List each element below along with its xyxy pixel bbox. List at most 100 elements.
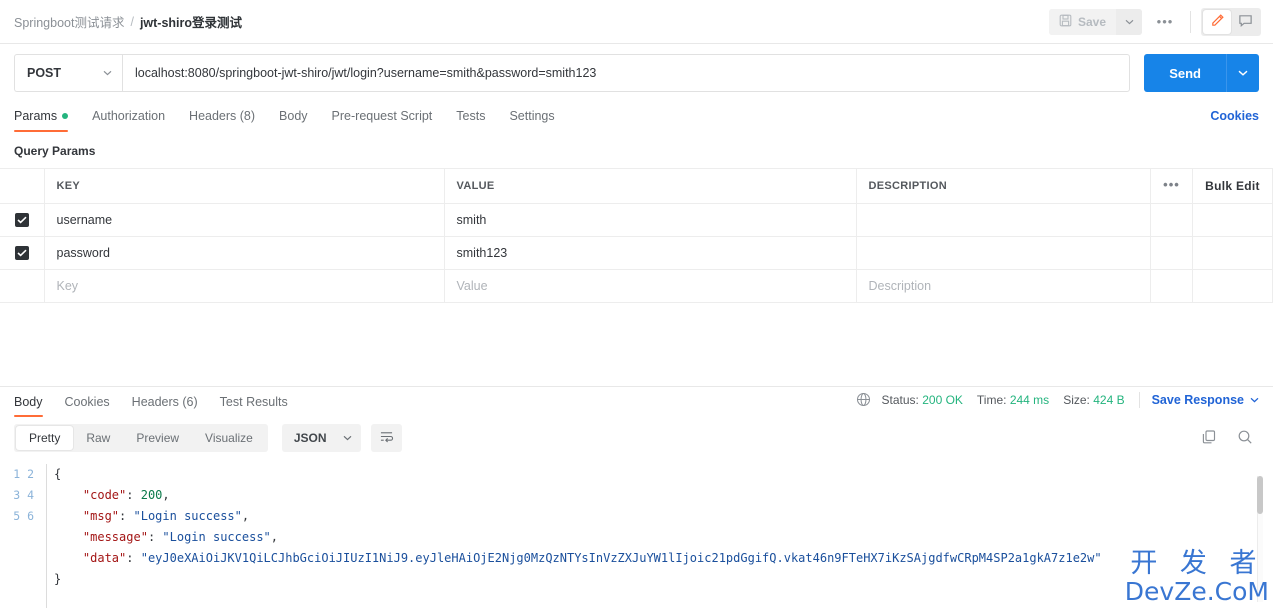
send-button[interactable]: Send bbox=[1144, 54, 1226, 92]
save-response-label: Save Response bbox=[1151, 392, 1244, 407]
response-tab-headers[interactable]: Headers (6) bbox=[132, 395, 198, 417]
tab-params-label: Params bbox=[14, 109, 58, 123]
comments-pane-button[interactable] bbox=[1231, 10, 1259, 34]
view-mode-pretty-label: Pretty bbox=[29, 431, 61, 445]
request-response-splitter[interactable] bbox=[0, 303, 1273, 386]
json-value-message: "Login success" bbox=[162, 530, 271, 544]
row-value: smith123 bbox=[456, 246, 508, 260]
word-wrap-icon bbox=[379, 430, 394, 446]
row-checkbox-cell[interactable] bbox=[0, 236, 45, 270]
time-label: Time: bbox=[976, 392, 1007, 407]
row-actions-cell[interactable] bbox=[1150, 203, 1193, 237]
table-row-empty: Key Value Description bbox=[0, 269, 1273, 303]
search-icon[interactable] bbox=[1237, 429, 1253, 448]
checkbox-checked-icon[interactable] bbox=[14, 213, 29, 228]
view-mode-group: Pretty Raw Preview Visualize bbox=[14, 424, 268, 452]
header-value: VALUE bbox=[444, 168, 857, 204]
save-options-button[interactable] bbox=[1116, 8, 1142, 35]
response-tab-cookies[interactable]: Cookies bbox=[65, 395, 110, 417]
save-label: Save bbox=[1077, 14, 1106, 29]
method-value: POST bbox=[27, 66, 62, 80]
toolbar-divider bbox=[1190, 10, 1191, 33]
tab-headers[interactable]: Headers (8) bbox=[189, 109, 255, 132]
tab-body[interactable]: Body bbox=[279, 109, 308, 132]
json-line-6: } bbox=[54, 572, 62, 586]
size-label: Size: bbox=[1063, 392, 1090, 407]
breadcrumb-request[interactable]: jwt-shiro登录测试 bbox=[140, 12, 242, 31]
time-badge: Time: 244 ms bbox=[977, 393, 1049, 407]
tab-tests[interactable]: Tests bbox=[456, 109, 485, 132]
tab-pre-request-script[interactable]: Pre-request Script bbox=[332, 109, 433, 132]
tab-pre-request-script-label: Pre-request Script bbox=[331, 109, 433, 123]
response-tab-body[interactable]: Body bbox=[14, 395, 43, 417]
new-key-cell[interactable]: Key bbox=[44, 269, 445, 303]
row-key-cell[interactable]: username bbox=[44, 203, 445, 237]
pencil-icon bbox=[1210, 13, 1225, 31]
code-fold-column[interactable] bbox=[46, 464, 54, 608]
size-badge: Size: 424 B bbox=[1063, 393, 1124, 407]
status-badge: Status: 200 OK bbox=[882, 393, 963, 407]
row-value-cell[interactable]: smith bbox=[444, 203, 857, 237]
breadcrumb-collection[interactable]: Springboot测试请求 bbox=[14, 12, 124, 31]
view-mode-visualize[interactable]: Visualize bbox=[192, 426, 266, 450]
copy-icon[interactable] bbox=[1201, 429, 1217, 448]
bulk-edit-button[interactable]: Bulk Edit bbox=[1192, 168, 1273, 204]
window-topbar: Springboot测试请求 / jwt-shiro登录测试 Save ••• bbox=[0, 0, 1273, 44]
tab-authorization-label: Authorization bbox=[92, 109, 166, 123]
new-value-cell[interactable]: Value bbox=[444, 269, 857, 303]
url-input[interactable]: localhost:8080/springboot-jwt-shiro/jwt/… bbox=[122, 54, 1131, 92]
table-more-actions-button[interactable]: ••• bbox=[1150, 168, 1193, 204]
size-value: 424 B bbox=[1093, 392, 1125, 407]
checkbox-checked-icon[interactable] bbox=[14, 246, 29, 261]
response-viewer-toolbar: Pretty Raw Preview Visualize JSON bbox=[0, 416, 1273, 458]
new-description-cell[interactable]: Description bbox=[856, 269, 1151, 303]
tab-settings[interactable]: Settings bbox=[509, 109, 554, 132]
json-key-data: "data" bbox=[82, 551, 127, 565]
send-group: Send bbox=[1144, 54, 1259, 92]
tab-params[interactable]: Params bbox=[14, 109, 69, 132]
bulk-edit-label: Bulk Edit bbox=[1205, 179, 1260, 193]
params-modified-dot-icon bbox=[62, 113, 69, 119]
view-mode-raw[interactable]: Raw bbox=[73, 426, 123, 450]
json-value-code: 200 bbox=[140, 488, 163, 502]
view-mode-pretty[interactable]: Pretty bbox=[16, 426, 74, 450]
send-options-button[interactable] bbox=[1226, 54, 1259, 92]
view-mode-visualize-label: Visualize bbox=[205, 431, 253, 445]
row-checkbox-cell-empty[interactable] bbox=[0, 269, 45, 303]
save-button[interactable]: Save bbox=[1048, 8, 1116, 35]
row-key-cell[interactable]: password bbox=[44, 236, 445, 270]
word-wrap-toggle[interactable] bbox=[370, 424, 402, 452]
topbar-actions: Save ••• bbox=[1048, 7, 1261, 36]
row-description-cell[interactable] bbox=[856, 236, 1151, 270]
json-value-data: "eyJ0eXAiOiJKV1QiLCJhbGciOiJIUzI1NiJ9.ey… bbox=[140, 551, 1102, 565]
response-format-value: JSON bbox=[293, 431, 327, 445]
edit-pane-button[interactable] bbox=[1203, 9, 1231, 34]
save-response-button[interactable]: Save Response bbox=[1152, 393, 1259, 407]
meta-divider bbox=[1138, 391, 1140, 408]
request-more-actions-button[interactable]: ••• bbox=[1150, 9, 1180, 35]
row-actions-cell[interactable] bbox=[1150, 236, 1193, 270]
response-tab-test-results[interactable]: Test Results bbox=[220, 395, 288, 417]
row-checkbox-cell[interactable] bbox=[0, 203, 45, 237]
header-checkbox-cell bbox=[0, 168, 45, 204]
viewer-right-actions bbox=[1201, 429, 1259, 448]
json-code: { "code": 200, "msg": "Login success", "… bbox=[54, 464, 1273, 608]
view-mode-raw-label: Raw bbox=[86, 431, 111, 445]
tab-authorization[interactable]: Authorization bbox=[92, 109, 165, 132]
response-tab-test-results-label: Test Results bbox=[219, 394, 288, 409]
ellipsis-icon: ••• bbox=[1156, 13, 1174, 29]
save-disk-icon bbox=[1059, 14, 1072, 30]
response-format-select[interactable]: JSON bbox=[281, 424, 361, 452]
tab-tests-label: Tests bbox=[456, 109, 486, 123]
row-description-cell[interactable] bbox=[856, 203, 1151, 237]
row-value-cell[interactable]: smith123 bbox=[444, 236, 857, 270]
status-value: 200 OK bbox=[922, 392, 963, 407]
header-key: KEY bbox=[44, 168, 445, 204]
code-scrollbar-thumb[interactable] bbox=[1257, 476, 1263, 514]
view-mode-preview[interactable]: Preview bbox=[123, 426, 192, 450]
json-key-code: "code" bbox=[82, 488, 127, 502]
method-select[interactable]: POST bbox=[14, 54, 122, 92]
cookies-link[interactable]: Cookies bbox=[1210, 109, 1259, 132]
response-body-viewer[interactable]: 1 2 3 4 5 6 { "code": 200, "msg": "Login… bbox=[0, 458, 1273, 608]
chevron-down-icon bbox=[103, 70, 112, 76]
